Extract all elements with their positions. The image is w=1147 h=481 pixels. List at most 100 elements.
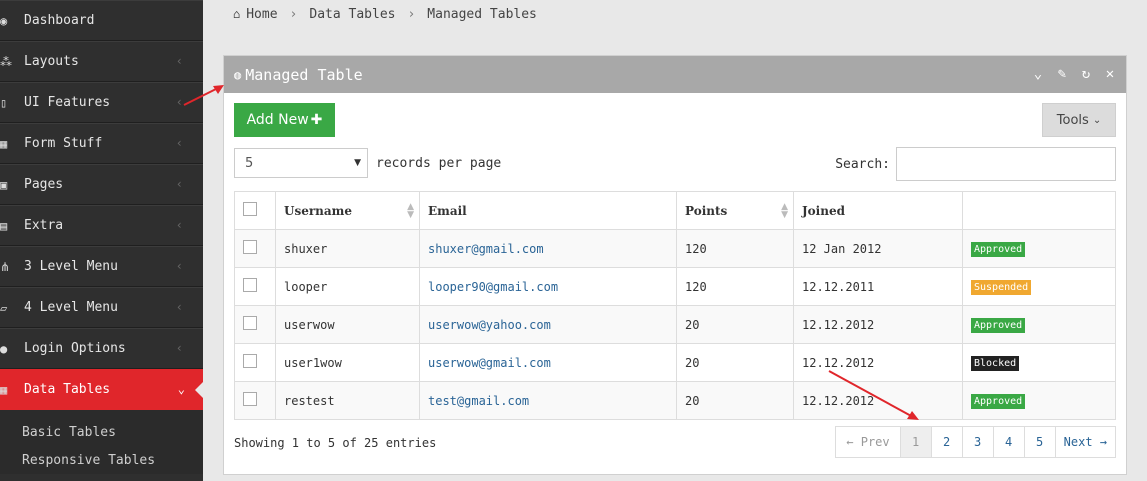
pagination-page-2[interactable]: 2 (930, 427, 962, 457)
collapse-icon[interactable]: ⌄ (1030, 66, 1046, 82)
sidebar-item-4-level-menu[interactable]: ▱ 4 Level Menu ‹ (0, 287, 203, 328)
row-select-cell (234, 381, 276, 420)
sidebar-item-label: Pages (24, 177, 64, 192)
user-icon: ● (0, 341, 8, 356)
row-checkbox[interactable] (243, 278, 257, 292)
cell-email[interactable]: looper90@gmail.com (419, 267, 677, 306)
folder-open-icon: ▱ (0, 300, 8, 315)
search-input[interactable] (896, 147, 1116, 181)
annotation-arrow (828, 370, 919, 420)
sidebar-item-extra[interactable]: ▤ Extra ‹ (0, 205, 203, 246)
table-icon: ▦ (0, 136, 8, 151)
sidebar-item-label: UI Features (24, 95, 111, 110)
cell-status: Approved (962, 229, 1116, 268)
annotation-arrow (183, 85, 224, 106)
cell-status: Approved (962, 381, 1116, 420)
cell-joined: 12 Jan 2012 (793, 229, 963, 268)
breadcrumb: ⌂ Home › Data Tables › Managed Tables (223, 0, 1147, 28)
chevron-down-icon: ⌄ (1092, 114, 1102, 126)
add-new-button[interactable]: Add New ✚ (234, 103, 335, 137)
status-badge: Blocked (971, 355, 1020, 371)
breadcrumb-data-tables[interactable]: Data Tables (309, 7, 395, 22)
header-points[interactable]: Points ▲ ▼ (676, 191, 794, 230)
cell-email[interactable]: userwow@yahoo.com (419, 305, 677, 344)
chevron-left-icon: ‹ (175, 218, 183, 232)
globe-icon: ◍ (234, 67, 242, 82)
tools-button[interactable]: Tools ⌄ (1042, 103, 1116, 137)
row-select-cell (234, 343, 276, 382)
row-checkbox[interactable] (243, 316, 257, 330)
header-joined[interactable]: Joined (793, 191, 963, 230)
sidebar-item-layouts[interactable]: ⁂ Layouts ‹ (0, 41, 203, 82)
status-badge: Suspended (971, 279, 1032, 295)
table-row[interactable]: userwow userwow@yahoo.com 20 12.12.2012 Appr… (234, 305, 1116, 344)
cell-status: Blocked (962, 343, 1116, 382)
th-icon: ▦ (0, 382, 8, 397)
sidebar-item-ui-features[interactable]: ▯ UI Features ‹ (0, 82, 203, 123)
cell-joined: 12.12.2012 (793, 305, 963, 344)
pagination-page-3[interactable]: 3 (961, 427, 993, 457)
sidebar-item-dashboard[interactable]: ◉ Dashboard (0, 0, 203, 41)
header-username-label: Username (284, 203, 353, 218)
table-row[interactable]: shuxer shuxer@gmail.com 120 12 Jan 2012 Appr… (234, 229, 1116, 268)
select-all-checkbox[interactable] (243, 202, 257, 216)
sitemap-icon: ⋔ (0, 259, 11, 274)
status-badge: Approved (971, 393, 1026, 409)
table-row[interactable]: looper looper90@gmail.com 120 12.12.2011 Sus… (234, 267, 1116, 306)
sidebar-item-label: Extra (24, 218, 64, 233)
row-checkbox[interactable] (243, 240, 257, 254)
breadcrumb-current: Managed Tables (427, 6, 537, 22)
sidebar-item-label: Login Options (24, 341, 126, 356)
refresh-icon[interactable]: ↻ (1078, 66, 1094, 82)
per-page-value: 5 (245, 155, 254, 171)
sidebar-menu: ◉ Dashboard ⁂ Layouts ‹ ▯ UI Features ‹ ▦ Form St… (0, 0, 203, 410)
submenu-item-basic-tables[interactable]: Basic Tables (0, 418, 203, 446)
breadcrumb-home[interactable]: Home (246, 7, 277, 22)
sidebar-item-form-stuff[interactable]: ▦ Form Stuff ‹ (0, 123, 203, 164)
pagination-page-5[interactable]: 5 (1023, 427, 1055, 457)
search-control: Search: (835, 147, 1116, 181)
table-row[interactable]: restest test@gmail.com 20 12.12.2012 Approve… (234, 381, 1116, 420)
header-username[interactable]: Username ▲ ▼ (275, 191, 420, 230)
chevron-down-icon: ⌄ (177, 382, 185, 396)
submenu-item-responsive-tables[interactable]: Responsive Tables (0, 446, 203, 474)
pagination-page-4[interactable]: 4 (992, 427, 1024, 457)
sidebar-item-label: 4 Level Menu (24, 300, 118, 315)
add-new-label: Add New (246, 112, 309, 128)
sort-icon: ▲ ▼ (781, 202, 788, 220)
cell-email[interactable]: test@gmail.com (419, 381, 677, 420)
sidebar-item-label: Dashboard (24, 13, 95, 28)
breadcrumb-separator: › (407, 6, 416, 22)
file-icon: ▯ (0, 95, 8, 110)
row-checkbox[interactable] (243, 354, 257, 368)
inbox-icon: ▤ (0, 218, 8, 233)
sort-icon: ▲ ▼ (407, 202, 414, 220)
pagination-next[interactable]: Next → (1054, 427, 1115, 457)
pagination-prev[interactable]: ← Prev (836, 427, 899, 457)
entries-info: Showing 1 to 5 of 25 entries (234, 436, 437, 450)
sidebar-item-login-options[interactable]: ● Login Options ‹ (0, 328, 203, 369)
cell-email[interactable]: userwow@gmail.com (419, 343, 677, 382)
table-row[interactable]: user1wow userwow@gmail.com 20 12.12.2012 Blo… (234, 343, 1116, 382)
table-header-row: Username ▲ ▼ Email Points ▲ ▼ Joined (234, 191, 1116, 230)
cell-joined: 12.12.2011 (793, 267, 963, 306)
panel-header: ◍ Managed Table ⌄ ✎ ↻ ✕ (224, 56, 1126, 93)
close-icon[interactable]: ✕ (1102, 66, 1118, 82)
sidebar-item-label: Data Tables (24, 382, 111, 397)
row-select-cell (234, 267, 276, 306)
row-select-cell (234, 229, 276, 268)
sidebar-item-pages[interactable]: ▣ Pages ‹ (0, 164, 203, 205)
per-page-select[interactable]: 5 ▼ (234, 148, 368, 178)
chevron-left-icon: ‹ (175, 177, 183, 191)
pagination-page-1[interactable]: 1 (899, 427, 931, 457)
row-checkbox[interactable] (243, 392, 257, 406)
managed-table-panel: ◍ Managed Table ⌄ ✎ ↻ ✕ Add New ✚ Tools … (223, 55, 1127, 475)
header-email[interactable]: Email (419, 191, 677, 230)
sidebar-item-3-level-menu[interactable]: ⋔ 3 Level Menu ‹ (0, 246, 203, 287)
wrench-icon[interactable]: ✎ (1054, 66, 1070, 82)
cell-username: userwow (275, 305, 420, 344)
cell-email[interactable]: shuxer@gmail.com (419, 229, 677, 268)
sidebar-item-data-tables[interactable]: ▦ Data Tables ⌄ (0, 369, 203, 410)
header-email-label: Email (428, 203, 467, 218)
panel-tools: ⌄ ✎ ↻ ✕ (1030, 66, 1118, 82)
